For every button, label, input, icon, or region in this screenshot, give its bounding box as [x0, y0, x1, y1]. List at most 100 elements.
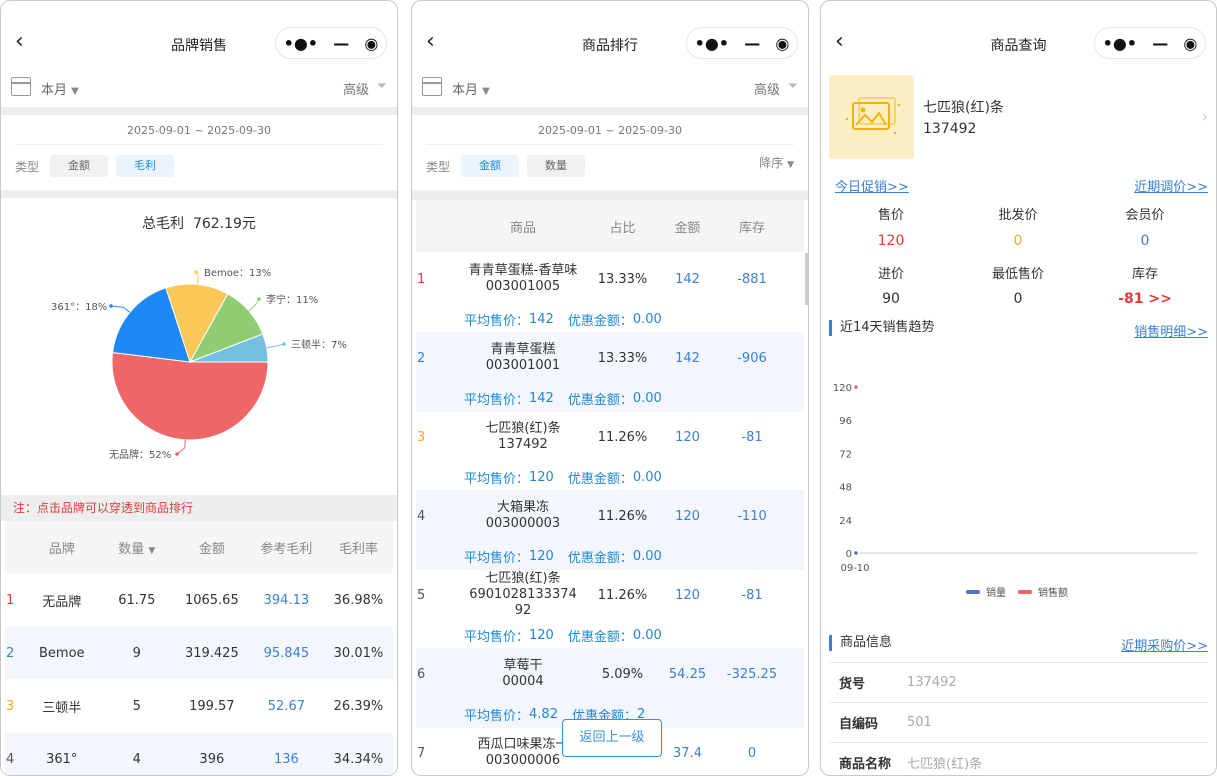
info-key: 商品名称	[839, 757, 892, 772]
brand-pie-chart[interactable]: 无品牌：52% 361°：18% Bemoe：13% 李宁：11% 三顿半：7%	[1, 246, 398, 486]
table-row[interactable]: 3 三顿半 5 199.57 52.67 26.39%	[5, 680, 393, 732]
amount: 37.4	[673, 745, 702, 761]
stock: -81	[741, 429, 763, 445]
minimize-icon[interactable]: —	[1152, 34, 1168, 53]
table-row[interactable]: 4 361° 4 396 136 34.34%	[5, 733, 393, 775]
avg-price: 120	[529, 469, 554, 485]
filter-icon[interactable]: ⏷	[377, 79, 387, 94]
table-row[interactable]: 2 青青草蛋糕 003001001 13.33% 142 -906	[416, 332, 804, 384]
amount: 1065.65	[184, 592, 239, 608]
avg-price-label: 平均售价：	[464, 313, 530, 329]
capsule-menu: •●• — ◉	[275, 27, 387, 59]
col-product: 商品	[509, 220, 536, 236]
sort-order-select[interactable]: 降序 ▼	[759, 154, 794, 171]
discount: 0.00	[632, 390, 662, 406]
recent-purchase-price-link[interactable]: 近期采购价>>	[1121, 635, 1208, 654]
table-row[interactable]: 3 七匹狼(红)条 137492 11.26% 120 -81	[416, 411, 804, 463]
discount-label: 优惠金额：	[567, 471, 633, 487]
product-code: 003001001	[485, 358, 561, 373]
price-label: 批发价	[998, 208, 1038, 223]
y-tick-label: 24	[839, 516, 852, 527]
divider	[412, 190, 808, 200]
chevron-right-icon[interactable]: ›	[1202, 107, 1208, 126]
period-select[interactable]: 本月 ▼	[452, 79, 490, 98]
pie-leader-line	[176, 439, 186, 455]
stock: -881	[737, 271, 767, 287]
discount: 0.00	[632, 548, 662, 564]
info-key: 自编码	[839, 717, 879, 732]
close-icon[interactable]: ◉	[775, 34, 789, 53]
table-row[interactable]: 4 大箱果冻 003000003 11.26% 120 -110	[416, 490, 804, 542]
sales-trend-chart[interactable]: 120 96 72 48 24 0 09-10 销量 销售额	[829, 373, 1209, 603]
pie-label: 无品牌：52%	[109, 448, 171, 461]
rank: 4	[6, 751, 15, 767]
calendar-icon[interactable]	[11, 77, 31, 96]
product-query-screen: ‹ 商品查询 •●• — ◉ 七匹狼(红)条 137492 › 今日促销>> 近…	[820, 0, 1217, 776]
table-row[interactable]: 1 青青草蛋糕-香草味 003001005 13.33% 142 -881	[416, 253, 804, 305]
scrollbar[interactable]	[805, 253, 808, 305]
product-image[interactable]	[829, 75, 914, 159]
table-row[interactable]: 2 Bemoe 9 319.425 95.845 30.01%	[5, 627, 393, 679]
close-icon[interactable]: ◉	[364, 34, 378, 53]
share: 13.33%	[597, 350, 648, 366]
info-value: 137492	[907, 675, 957, 690]
pie-slice[interactable]	[111, 351, 269, 441]
legend-swatch[interactable]	[966, 590, 980, 594]
caret-down-icon: ▼	[787, 160, 794, 170]
period-label: 本月	[452, 83, 479, 98]
brand-table-header: 品牌 数量 ▼ 金额 参考毛利 毛利率	[5, 521, 393, 573]
table-row[interactable]: 5 七匹狼(红)条 6901028133374 92 11.26% 120 -81	[416, 569, 804, 621]
calendar-icon[interactable]	[422, 77, 442, 96]
amount: 319.425	[184, 645, 239, 661]
sort-label: 降序	[759, 156, 784, 170]
caret-down-icon: ▼	[482, 86, 490, 97]
minimize-icon[interactable]: —	[744, 34, 760, 53]
period-select[interactable]: 本月 ▼	[41, 79, 79, 98]
sales-detail-link[interactable]: 销售明细>>	[1134, 321, 1208, 340]
brand-sales-screen: ‹ 品牌销售 •●• — ◉ 本月 ▼ 高级 ⏷ 2025-09-01 ~ 20…	[0, 0, 398, 776]
advanced-button[interactable]: 高级	[343, 79, 369, 98]
recent-price-change-link[interactable]: 近期调价>>	[1134, 176, 1208, 195]
profit: 394.13	[263, 592, 310, 608]
table-row[interactable]: 1 无品牌 61.75 1065.65 394.13 36.98%	[5, 574, 393, 626]
stock-link[interactable]: -81 >>	[1095, 291, 1195, 307]
type-amount-chip[interactable]: 金额	[50, 155, 108, 177]
sales-amount-point[interactable]	[854, 385, 858, 389]
type-profit-chip[interactable]: 毛利	[116, 155, 174, 177]
today-promo-link[interactable]: 今日促销>>	[835, 176, 909, 195]
filter-bar: 本月 ▼ 高级 ⏷	[1, 71, 397, 105]
more-icon[interactable]: •●•	[695, 34, 729, 53]
minimize-icon[interactable]: —	[333, 34, 349, 53]
close-icon[interactable]: ◉	[1183, 34, 1197, 53]
amount: 120	[675, 508, 700, 524]
advanced-button[interactable]: 高级	[754, 79, 780, 98]
sales-qty-point[interactable]	[854, 551, 858, 555]
price-summary: 平均售价： 120 优惠金额： 0.00	[416, 621, 804, 649]
date-range: 2025-09-01 ~ 2025-09-30	[126, 124, 272, 137]
filter-icon[interactable]: ⏷	[788, 79, 798, 94]
type-amount-chip[interactable]: 金额	[461, 155, 519, 177]
table-row[interactable]: 6 草莓干 00004 5.09% 54.25 -325.25	[416, 648, 804, 700]
back-to-previous-button[interactable]: 返回上一级	[562, 719, 662, 757]
product-name: 七匹狼(红)条	[485, 571, 561, 586]
avg-price-label: 平均售价：	[464, 550, 530, 566]
amount: 142	[675, 350, 700, 366]
qty: 5	[132, 698, 141, 714]
info-row: 自编码 501	[829, 703, 1208, 743]
share: 11.26%	[597, 587, 648, 603]
product-name: 大箱果冻	[496, 500, 549, 515]
rate: 30.01%	[333, 645, 384, 661]
product-code: 6901028133374 92	[469, 587, 577, 618]
more-icon[interactable]: •●•	[1103, 34, 1137, 53]
legend-swatch[interactable]	[1018, 590, 1032, 594]
rank: 1	[417, 271, 426, 287]
product-cell: 青青草蛋糕 003001001	[466, 342, 580, 374]
retail-price: 120	[877, 233, 905, 249]
col-qty[interactable]: 数量 ▼	[99, 538, 175, 557]
share: 11.26%	[597, 508, 648, 524]
image-placeholder-icon	[845, 97, 901, 135]
profit: 52.67	[267, 698, 305, 714]
rank: 5	[417, 587, 426, 603]
type-qty-chip[interactable]: 数量	[527, 155, 585, 177]
more-icon[interactable]: •●•	[284, 34, 318, 53]
